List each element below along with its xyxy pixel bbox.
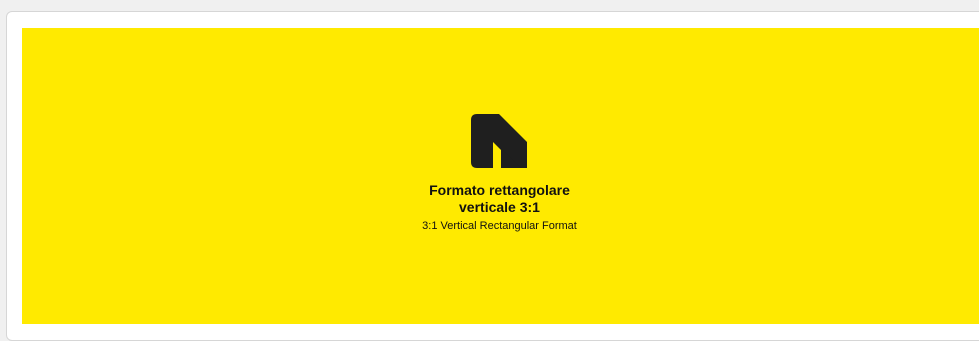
brand-logo-icon bbox=[471, 114, 527, 168]
banner-content: Formato rettangolare verticale 3:1 3:1 V… bbox=[22, 28, 979, 324]
format-banner: Formato rettangolare verticale 3:1 3:1 V… bbox=[22, 28, 979, 324]
format-title: Formato rettangolare verticale 3:1 bbox=[22, 182, 977, 216]
format-subtitle: 3:1 Vertical Rectangular Format bbox=[422, 220, 577, 232]
format-title-line-2: verticale 3:1 bbox=[459, 199, 540, 215]
format-title-line-1: Formato rettangolare bbox=[429, 182, 570, 198]
